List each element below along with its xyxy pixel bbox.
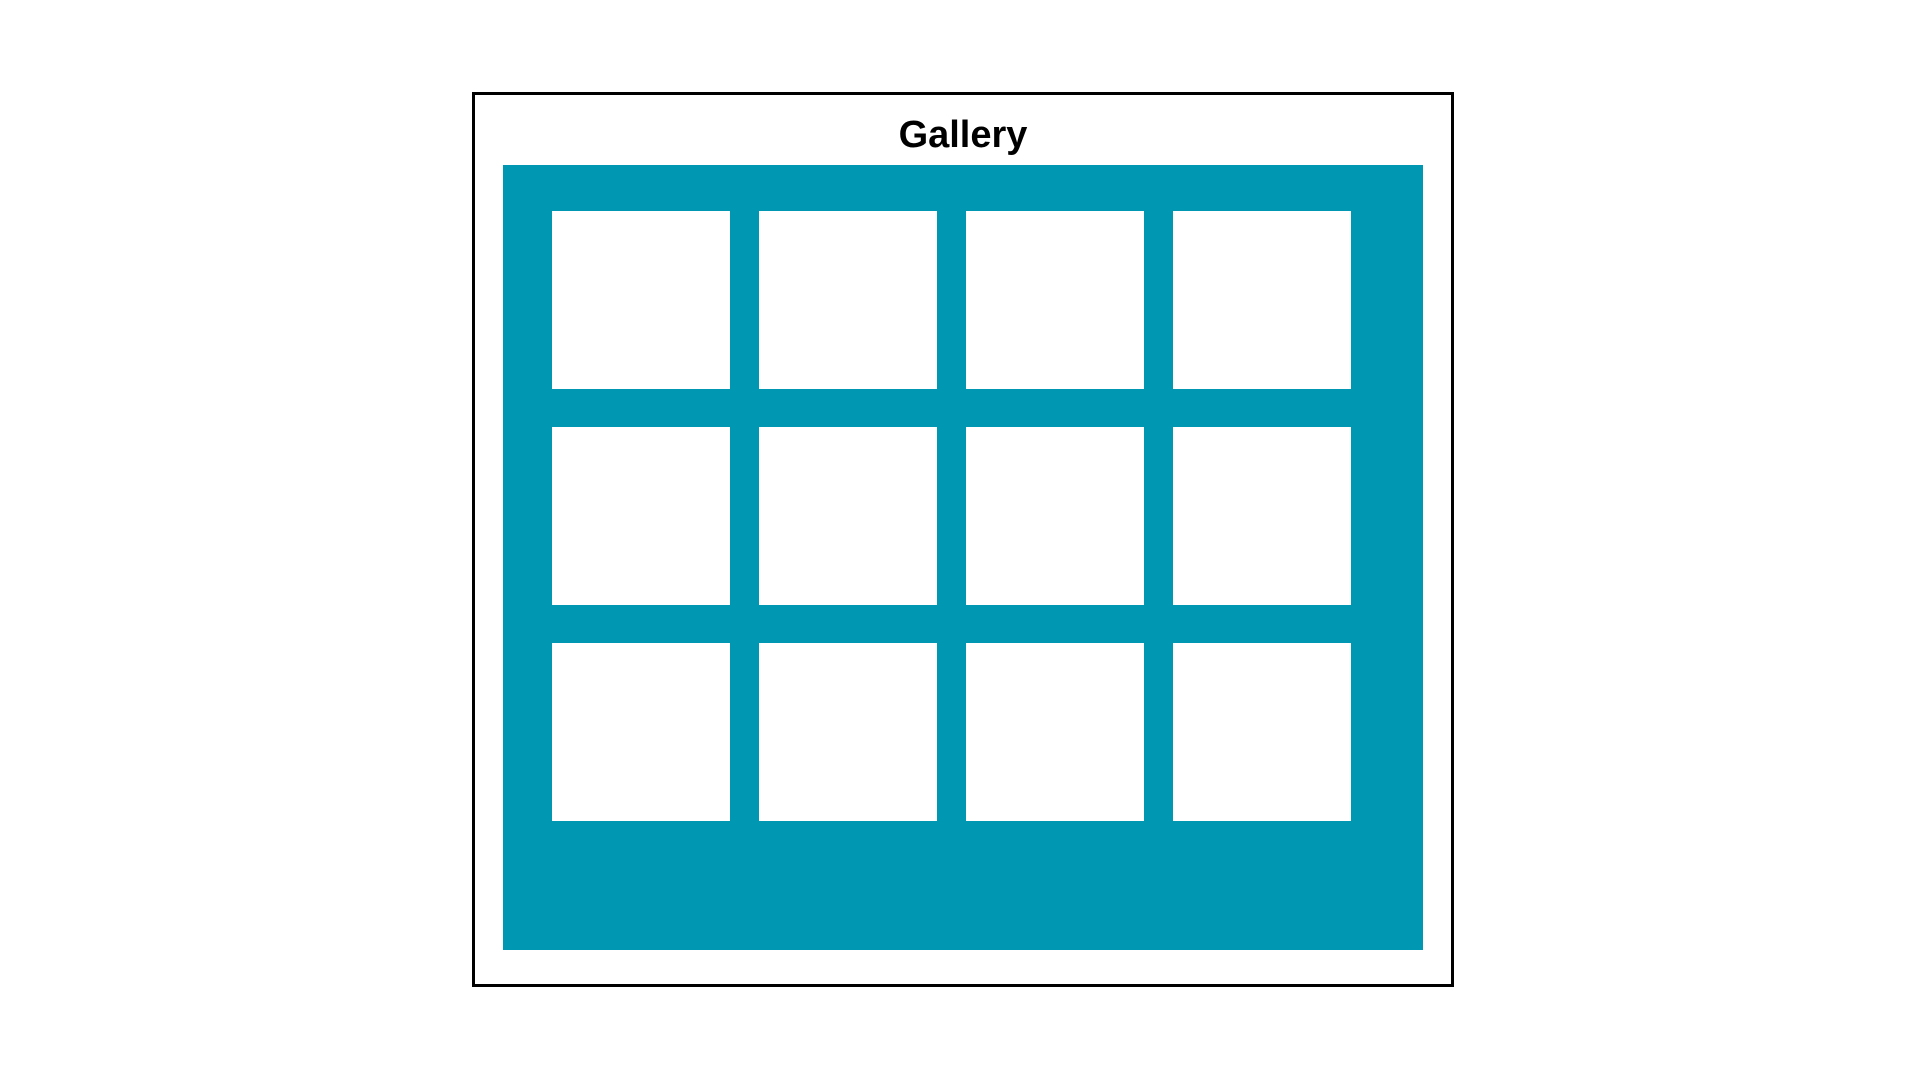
gallery-tile-r2-c3[interactable] xyxy=(966,427,1144,605)
gallery-tile-r2-c4[interactable] xyxy=(1173,427,1351,605)
gallery-tile-r1-c2[interactable] xyxy=(759,211,937,389)
gallery-title: Gallery xyxy=(898,114,1028,156)
gallery-frame: Gallery xyxy=(472,92,1454,987)
gallery-tile-r2-c2[interactable] xyxy=(759,427,937,605)
gallery-tile-r3-c2[interactable] xyxy=(759,643,937,821)
gallery-grid xyxy=(552,211,1351,821)
gallery-tile-r2-c1[interactable] xyxy=(552,427,730,605)
gallery-tile-r3-c4[interactable] xyxy=(1173,643,1351,821)
gallery-tile-r1-c1[interactable] xyxy=(552,211,730,389)
gallery-tile-r3-c1[interactable] xyxy=(552,643,730,821)
gallery-panel xyxy=(503,165,1423,950)
gallery-tile-r1-c3[interactable] xyxy=(966,211,1144,389)
gallery-tile-r1-c4[interactable] xyxy=(1173,211,1351,389)
gallery-tile-r3-c3[interactable] xyxy=(966,643,1144,821)
